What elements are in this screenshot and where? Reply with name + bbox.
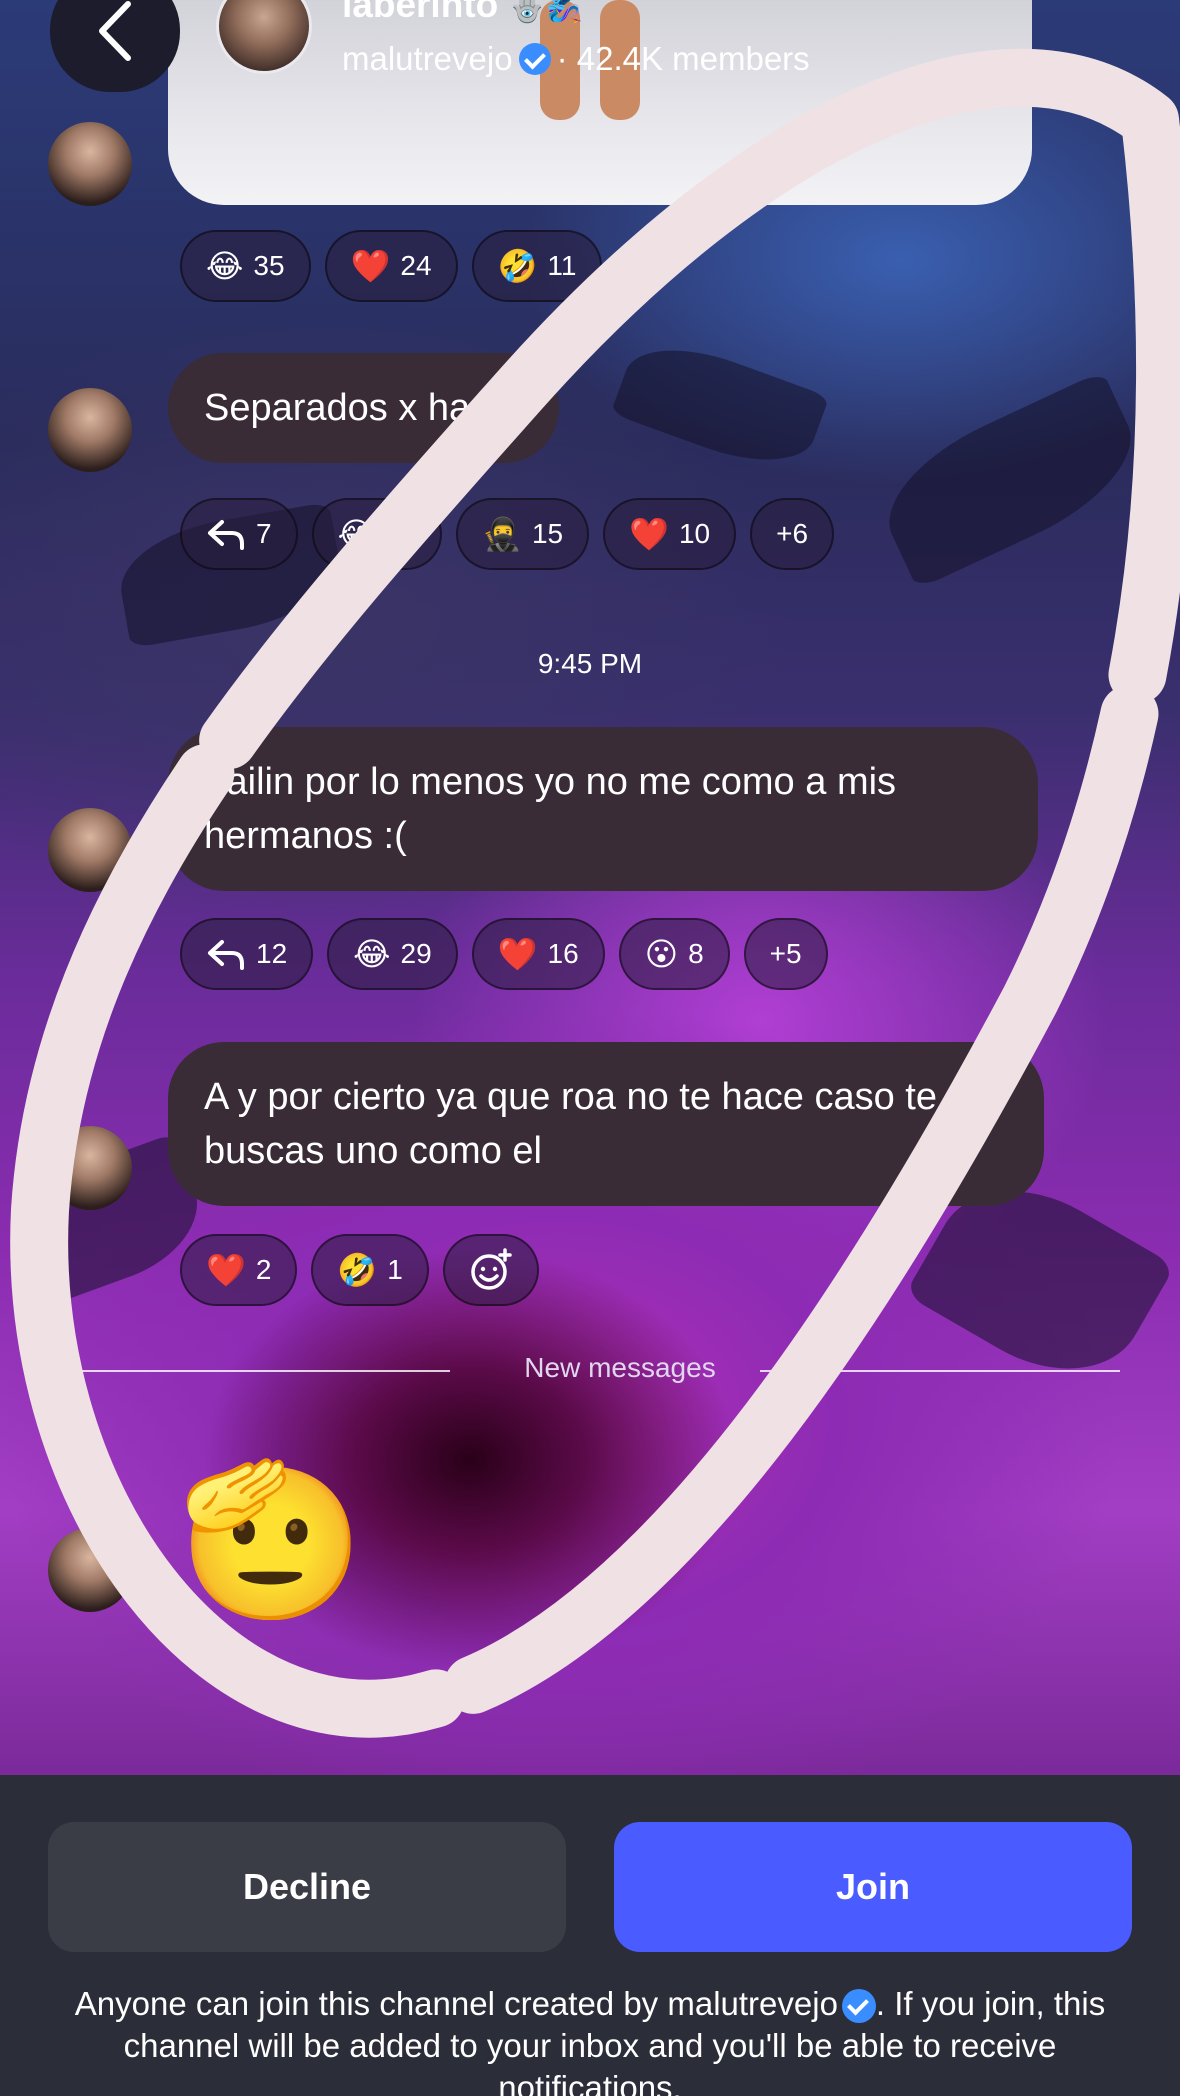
title-emoji: 🪬🧞‍♀️ (508, 0, 584, 24)
back-chevron-icon (99, 1, 131, 61)
reaction-pill[interactable]: 🤣 1 (311, 1234, 429, 1306)
reaction-pill[interactable]: 🥷 15 (456, 498, 590, 570)
reply-count-pill[interactable]: 7 (180, 498, 298, 570)
member-count: · 42.4K members (556, 40, 810, 77)
emoji-message[interactable]: 🫡 (178, 1465, 365, 1615)
reply-icon (208, 520, 244, 550)
message-text: Yailin por lo menos yo no me como a mis … (204, 761, 897, 857)
divider-label: New messages (524, 1352, 716, 1383)
message-bubble[interactable]: Yailin por lo menos yo no me como a mis … (168, 727, 1038, 891)
reaction-pill[interactable]: ❤️ 10 (603, 498, 737, 570)
new-messages-divider: New messages (60, 1352, 1120, 1383)
more-reactions-pill[interactable]: +5 (743, 918, 828, 990)
timestamp: 9:45 PM (537, 648, 643, 679)
join-info-text: Anyone can join this channel created by … (74, 1985, 1106, 2096)
reaction-pill[interactable]: 😮 8 (618, 918, 730, 990)
creator-name: malutrevejo (342, 40, 513, 77)
channel-title[interactable]: laberinto 🪬🧞‍♀️ (342, 0, 583, 26)
sender-avatar[interactable] (48, 808, 132, 892)
reaction-row: 😂 35 ❤️ 24 🤣 11 (180, 230, 603, 302)
reply-count-pill[interactable]: 12 (180, 918, 314, 990)
reaction-pill[interactable]: 😂 29 (327, 918, 458, 990)
message-text: A y por cierto ya que roa no te hace cas… (204, 1076, 938, 1172)
reaction-pill[interactable]: ❤️ 24 (324, 230, 458, 302)
sender-avatar[interactable] (48, 1126, 132, 1210)
join-button[interactable]: Join (614, 1822, 1132, 1952)
channel-subtitle: malutrevejo · 42.4K members (342, 40, 810, 78)
reaction-row: 12 😂 29 ❤️ 16 😮 8 +5 (180, 918, 828, 990)
decline-button[interactable]: Decline (48, 1822, 566, 1952)
sender-avatar[interactable] (48, 388, 132, 472)
add-reaction-icon (471, 1248, 512, 1290)
reaction-row: 7 😂 40 🥷 15 ❤️ 10 +6 (180, 498, 835, 570)
reaction-pill[interactable]: 🤣 11 (471, 230, 603, 302)
sender-avatar[interactable] (48, 1528, 132, 1612)
reaction-pill[interactable]: ❤️ 16 (471, 918, 605, 990)
add-reaction-button[interactable] (442, 1234, 539, 1306)
message-bubble[interactable]: A y por cierto ya que roa no te hace cas… (168, 1042, 1044, 1206)
reaction-row: ❤️ 2 🤣 1 (180, 1234, 539, 1306)
message-bubble[interactable]: Separados x hacer (168, 353, 559, 463)
sender-avatar[interactable] (48, 122, 132, 206)
verified-badge-icon (518, 43, 551, 75)
more-reactions-pill[interactable]: +6 (750, 498, 835, 570)
reaction-pill[interactable]: 😂 35 (180, 230, 311, 302)
verified-badge-icon (841, 1989, 876, 2024)
reply-icon (208, 940, 244, 970)
message-text: Separados x hacer (204, 387, 523, 429)
reaction-pill[interactable]: ❤️ 2 (180, 1234, 298, 1306)
reaction-pill[interactable]: 😂 40 (311, 498, 443, 570)
join-panel: Decline Join Anyone can join this channe… (0, 1775, 1180, 2096)
